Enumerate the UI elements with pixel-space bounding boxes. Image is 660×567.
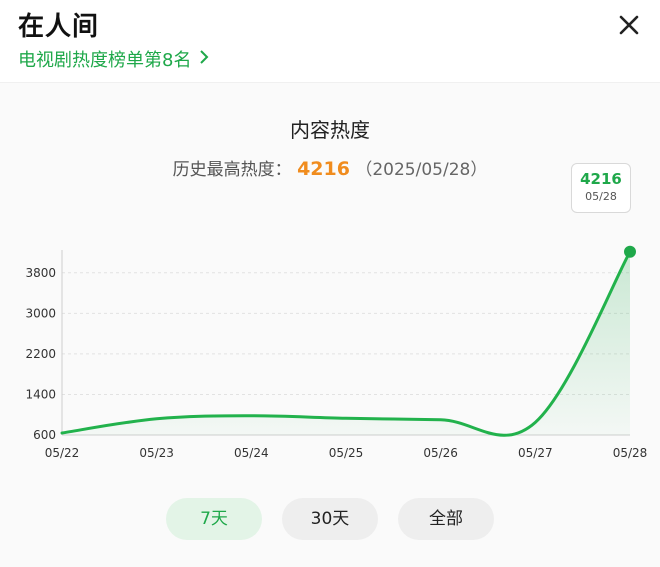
range-tabs: 7天 30天 全部: [0, 498, 660, 542]
peak-label: 历史最高热度：: [172, 160, 292, 180]
peak-date: （2025/05/28）: [355, 160, 488, 180]
heat-chart: 600 1400 2200 3000 3800 05/22 05/23 05/24 05/25 0…: [25, 245, 648, 460]
chart-tooltip: 4216 05/28: [571, 163, 631, 213]
ranking-label: 电视剧热度榜单第8名: [18, 50, 192, 71]
x-tick-label: 05/26: [423, 446, 458, 460]
tooltip-date: 05/28: [585, 190, 617, 203]
x-tick-label: 05/24: [234, 446, 269, 460]
page-title: 在人间: [18, 12, 100, 42]
y-tick-label: 600: [33, 428, 56, 442]
x-tick-label: 05/22: [45, 446, 80, 460]
tab-7d[interactable]: 7天: [166, 498, 262, 540]
x-tick-label: 05/25: [329, 446, 364, 460]
tab-30d[interactable]: 30天: [282, 498, 378, 540]
heat-title: 内容热度: [290, 118, 370, 142]
y-tick-label: 3800: [25, 266, 56, 280]
x-tick-label: 05/27: [518, 446, 553, 460]
close-icon[interactable]: [614, 10, 644, 40]
ranking-link[interactable]: 电视剧热度榜单第8名: [18, 46, 209, 72]
peak-summary: 历史最高热度： 4216 （2025/05/28）: [0, 155, 660, 180]
x-tick-label: 05/28: [613, 446, 648, 460]
tooltip-value: 4216: [580, 170, 622, 188]
y-tick-label: 3000: [25, 306, 56, 320]
peak-point[interactable]: [624, 245, 636, 258]
peak-value: 4216: [297, 158, 350, 180]
y-tick-label: 2200: [25, 347, 56, 361]
tab-all[interactable]: 全部: [398, 498, 494, 540]
x-tick-label: 05/23: [139, 446, 174, 460]
chevron-right-icon: [199, 49, 209, 70]
series-area: [62, 251, 630, 436]
y-tick-label: 1400: [25, 387, 56, 401]
series-line: [60, 250, 632, 437]
header: 在人间 电视剧热度榜单第8名: [0, 0, 660, 82]
